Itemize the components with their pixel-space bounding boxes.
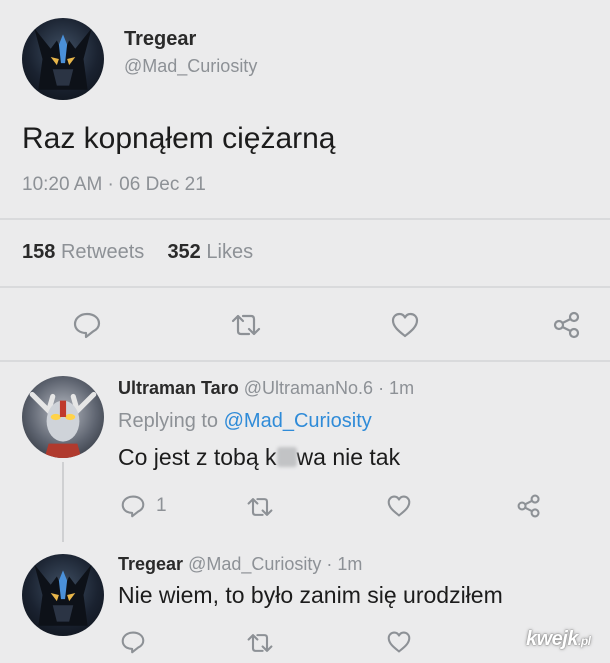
divider xyxy=(0,218,610,220)
replying-to-label: Replying to xyxy=(118,410,219,432)
reply1-time[interactable]: · 1m xyxy=(378,378,414,398)
retweet-icon[interactable] xyxy=(246,496,274,518)
retweets-label[interactable]: Retweets xyxy=(61,241,144,263)
retweets-count[interactable]: 158 xyxy=(22,241,55,263)
reply1-text-before: Co jest z tobą k xyxy=(118,444,277,470)
divider xyxy=(0,286,610,288)
masked-hero-avatar-image xyxy=(29,391,97,458)
reply1-replying-to: Replying to @Mad_Curiosity xyxy=(118,410,372,433)
main-author-handle[interactable]: @Mad_Curiosity xyxy=(124,56,257,77)
main-tweet-avatar[interactable] xyxy=(22,18,104,100)
kwejk-watermark: kwejk.pl xyxy=(526,628,591,651)
reply2-author-name[interactable]: Tregear xyxy=(118,554,183,574)
reply1-reply-count: 1 xyxy=(156,495,167,516)
engagement-stats: 158 Retweets 352 Likes xyxy=(22,241,253,264)
share-icon[interactable] xyxy=(516,493,542,519)
reply-icon[interactable] xyxy=(120,494,146,518)
reply1-text: Co jest z tobą k wa nie tak xyxy=(118,444,400,471)
heart-icon[interactable] xyxy=(390,311,420,339)
main-tweet-timestamp[interactable]: 10:20 AM · 06 Dec 21 xyxy=(22,174,206,196)
main-tweet-text: Raz kopnąłem ciężarną xyxy=(22,122,336,155)
main-author-name[interactable]: Tregear xyxy=(124,28,196,51)
reply2-time[interactable]: · 1m xyxy=(326,554,362,574)
armored-character-avatar-image xyxy=(34,564,92,626)
replying-to-handle[interactable]: @Mad_Curiosity xyxy=(224,410,372,432)
censored-blur xyxy=(276,447,297,467)
reply2-header: Tregear @Mad_Curiosity · 1m xyxy=(118,554,362,575)
reply-icon[interactable] xyxy=(72,311,102,339)
share-icon[interactable] xyxy=(552,310,582,340)
thread-line xyxy=(62,462,64,542)
reply1-avatar[interactable] xyxy=(22,376,104,458)
reply1-author-handle[interactable]: @UltramanNo.6 xyxy=(244,378,373,398)
retweet-icon[interactable] xyxy=(230,313,262,337)
retweet-icon[interactable] xyxy=(246,632,274,654)
watermark-suffix: .pl xyxy=(577,634,591,648)
watermark-text: kwejk xyxy=(526,628,578,650)
reply2-text: Nie wiem, to było zanim się urodziłem xyxy=(118,582,503,608)
armored-character-avatar-image xyxy=(34,28,92,90)
heart-icon[interactable] xyxy=(386,494,412,518)
reply1-header: Ultraman Taro @UltramanNo.6 · 1m xyxy=(118,378,414,399)
reply2-avatar[interactable] xyxy=(22,554,104,636)
divider xyxy=(0,360,610,362)
likes-label[interactable]: Likes xyxy=(206,241,253,263)
heart-icon[interactable] xyxy=(386,630,412,654)
likes-count[interactable]: 352 xyxy=(167,241,200,263)
reply1-author-name[interactable]: Ultraman Taro xyxy=(118,378,239,398)
reply2-author-handle[interactable]: @Mad_Curiosity xyxy=(188,554,321,574)
reply1-text-after: wa nie tak xyxy=(296,444,401,470)
reply-icon[interactable] xyxy=(120,630,146,654)
